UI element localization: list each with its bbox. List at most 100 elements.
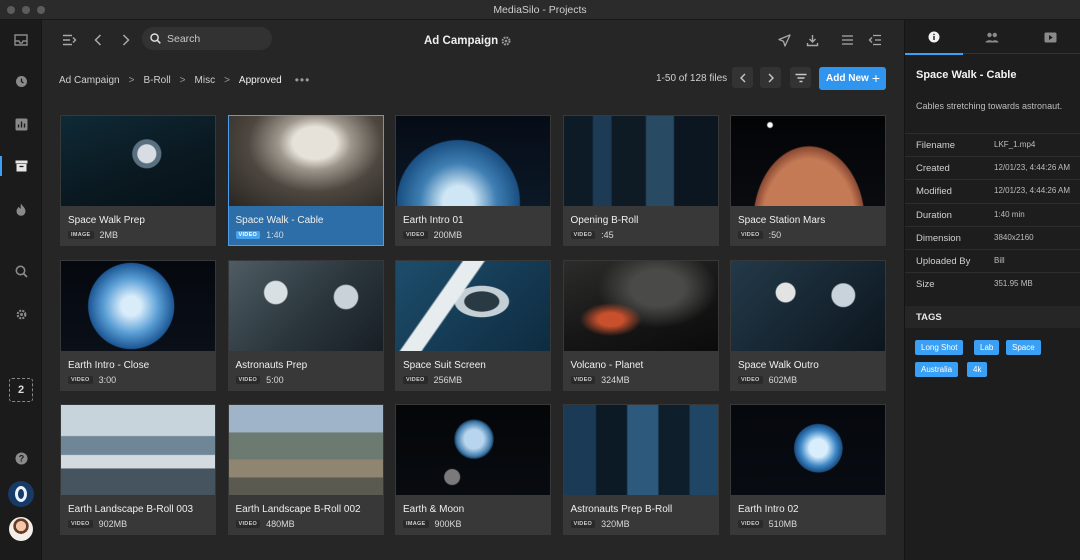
asset-card[interactable]: Space Suit Screen VIDEO 256MB xyxy=(395,259,551,391)
asset-thumbnail[interactable] xyxy=(731,405,885,495)
asset-thumbnail[interactable] xyxy=(396,405,550,495)
asset-card[interactable]: Space Walk Prep IMAGE 2MB xyxy=(60,115,216,246)
asset-meta: VIDEO 510MB xyxy=(738,519,797,529)
clock-icon[interactable] xyxy=(0,69,42,93)
tag-chip[interactable]: Australia xyxy=(915,362,959,377)
list-view-icon[interactable] xyxy=(837,30,857,50)
asset-title: Space Walk Prep xyxy=(68,215,145,226)
project-settings-icon[interactable] xyxy=(496,31,516,51)
flame-icon[interactable] xyxy=(0,197,42,221)
tag-chip[interactable]: Long Shot xyxy=(915,340,964,355)
back-icon[interactable] xyxy=(88,30,108,50)
tag-chip[interactable]: Lab xyxy=(974,340,1000,355)
asset-card[interactable]: Astronauts Prep B-Roll VIDEO 320MB xyxy=(562,404,719,535)
add-new-label: Add New xyxy=(826,73,869,84)
avatar[interactable] xyxy=(9,517,33,541)
chevron-right-icon xyxy=(768,73,774,82)
asset-card[interactable]: Earth Landscape B-Roll 003 VIDEO 902MB xyxy=(60,404,216,535)
tab-people[interactable] xyxy=(963,20,1021,54)
asset-card[interactable]: Earth Intro - Close VIDEO 3:00 xyxy=(60,259,216,391)
archive-icon[interactable] xyxy=(0,154,42,178)
asset-thumbnail[interactable] xyxy=(228,116,383,206)
gear-icon[interactable] xyxy=(0,302,42,326)
breadcrumb-item[interactable]: Ad Campaign xyxy=(59,75,120,86)
asset-thumbnail[interactable] xyxy=(396,116,550,206)
asset-meta: VIDEO 200MB xyxy=(403,230,462,240)
asset-type-badge: VIDEO xyxy=(235,375,261,384)
asset-thumbnail[interactable] xyxy=(731,116,885,206)
search-box[interactable] xyxy=(142,27,272,50)
tab-info[interactable] xyxy=(905,20,963,55)
asset-card[interactable]: Earth & Moon IMAGE 900KB xyxy=(395,404,551,535)
help-icon[interactable]: ? xyxy=(0,446,42,470)
collapse-sidebar-icon[interactable] xyxy=(59,30,79,50)
project-title: Ad Campaign xyxy=(424,35,499,47)
asset-thumbnail[interactable] xyxy=(563,116,718,206)
asset-title: Astronauts Prep xyxy=(235,359,308,371)
asset-card[interactable]: Space Station Mars VIDEO:50 xyxy=(730,115,886,246)
asset-title: Opening B-Roll xyxy=(570,215,639,226)
asset-thumbnail[interactable] xyxy=(61,116,215,206)
breadcrumb-item[interactable]: B-Roll xyxy=(143,75,170,86)
next-page-button[interactable] xyxy=(760,67,781,88)
asset-thumbnail[interactable] xyxy=(228,260,383,351)
asset-card[interactable]: Astronauts Prep VIDEO 5:00 xyxy=(227,259,384,391)
metadata-value: 12/01/23, 4:44:26 AM xyxy=(994,186,1071,196)
inbox-icon[interactable] xyxy=(0,28,42,52)
forward-icon[interactable] xyxy=(116,30,136,50)
asset-type-badge: VIDEO xyxy=(235,231,261,239)
asset-size: 480MB xyxy=(266,519,295,529)
asset-meta: IMAGE 2MB xyxy=(68,230,118,240)
tab-media[interactable] xyxy=(1021,20,1079,54)
asset-title: Space Walk - Cable xyxy=(916,69,1017,81)
filter-icon xyxy=(795,73,806,82)
asset-card[interactable]: Earth Intro 02 VIDEO 510MB xyxy=(730,404,886,535)
asset-card[interactable]: Earth Landscape B-Roll 002 VIDEO 480MB xyxy=(227,404,384,535)
search-icon[interactable] xyxy=(0,259,42,283)
asset-thumbnail[interactable] xyxy=(61,260,215,351)
asset-size: 3:00 xyxy=(98,374,117,385)
asset-size: 324MB xyxy=(601,374,630,385)
download-icon[interactable] xyxy=(802,30,822,50)
asset-type-badge: VIDEO xyxy=(235,520,261,528)
window-title: MediaSilo - Projects xyxy=(493,4,587,16)
tag-chip[interactable]: Space xyxy=(1006,340,1041,355)
asset-card[interactable]: Earth Intro 01 VIDEO 200MB xyxy=(395,115,551,246)
asset-thumbnail[interactable] xyxy=(228,405,383,495)
more-options-icon[interactable]: ••• xyxy=(295,73,311,87)
asset-type-badge: VIDEO xyxy=(570,375,596,384)
asset-card[interactable]: Opening B-Roll VIDEO:45 xyxy=(562,115,719,246)
asset-title: Earth Intro 01 xyxy=(403,215,464,226)
asset-type-badge: VIDEO xyxy=(403,375,428,384)
tags-header: TAGS xyxy=(905,306,1080,328)
asset-thumbnail[interactable] xyxy=(61,405,215,495)
asset-card[interactable]: Volcano - Planet VIDEO 324MB xyxy=(562,259,719,391)
asset-card[interactable]: Space Walk - Cable VIDEO 1:40 xyxy=(227,115,384,246)
prev-page-button[interactable] xyxy=(732,67,753,88)
tag-chip[interactable]: 4k xyxy=(967,362,988,377)
asset-meta: IMAGE 900KB xyxy=(403,519,462,529)
breadcrumb-item[interactable]: Misc xyxy=(195,75,216,86)
asset-size: 320MB xyxy=(601,519,630,529)
share-send-icon[interactable] xyxy=(774,30,794,50)
toolbar: Ad Campaign xyxy=(42,20,904,62)
asset-type-badge: VIDEO xyxy=(738,231,763,239)
search-input[interactable] xyxy=(167,32,262,45)
asset-thumbnail[interactable] xyxy=(563,405,718,495)
metadata-row: Dimension 3840x2160 xyxy=(905,225,1080,249)
add-new-button[interactable]: Add New + xyxy=(819,67,886,90)
title-bar: MediaSilo - Projects xyxy=(0,0,1080,20)
asset-thumbnail[interactable] xyxy=(396,260,550,351)
asset-thumbnail[interactable] xyxy=(563,260,718,351)
workspace-logo[interactable] xyxy=(8,481,34,507)
people-icon xyxy=(985,32,999,42)
count-badge[interactable]: 2 xyxy=(9,378,33,402)
asset-title: Astronauts Prep B-Roll xyxy=(570,504,673,515)
asset-meta: VIDEO 602MB xyxy=(738,375,797,385)
chart-icon[interactable] xyxy=(0,112,42,136)
asset-title: Space Station Mars xyxy=(738,215,826,226)
asset-thumbnail[interactable] xyxy=(731,260,885,351)
collapse-panel-icon[interactable] xyxy=(865,30,885,50)
asset-card[interactable]: Space Walk Outro VIDEO 602MB xyxy=(730,259,886,391)
filter-button[interactable] xyxy=(790,67,811,88)
